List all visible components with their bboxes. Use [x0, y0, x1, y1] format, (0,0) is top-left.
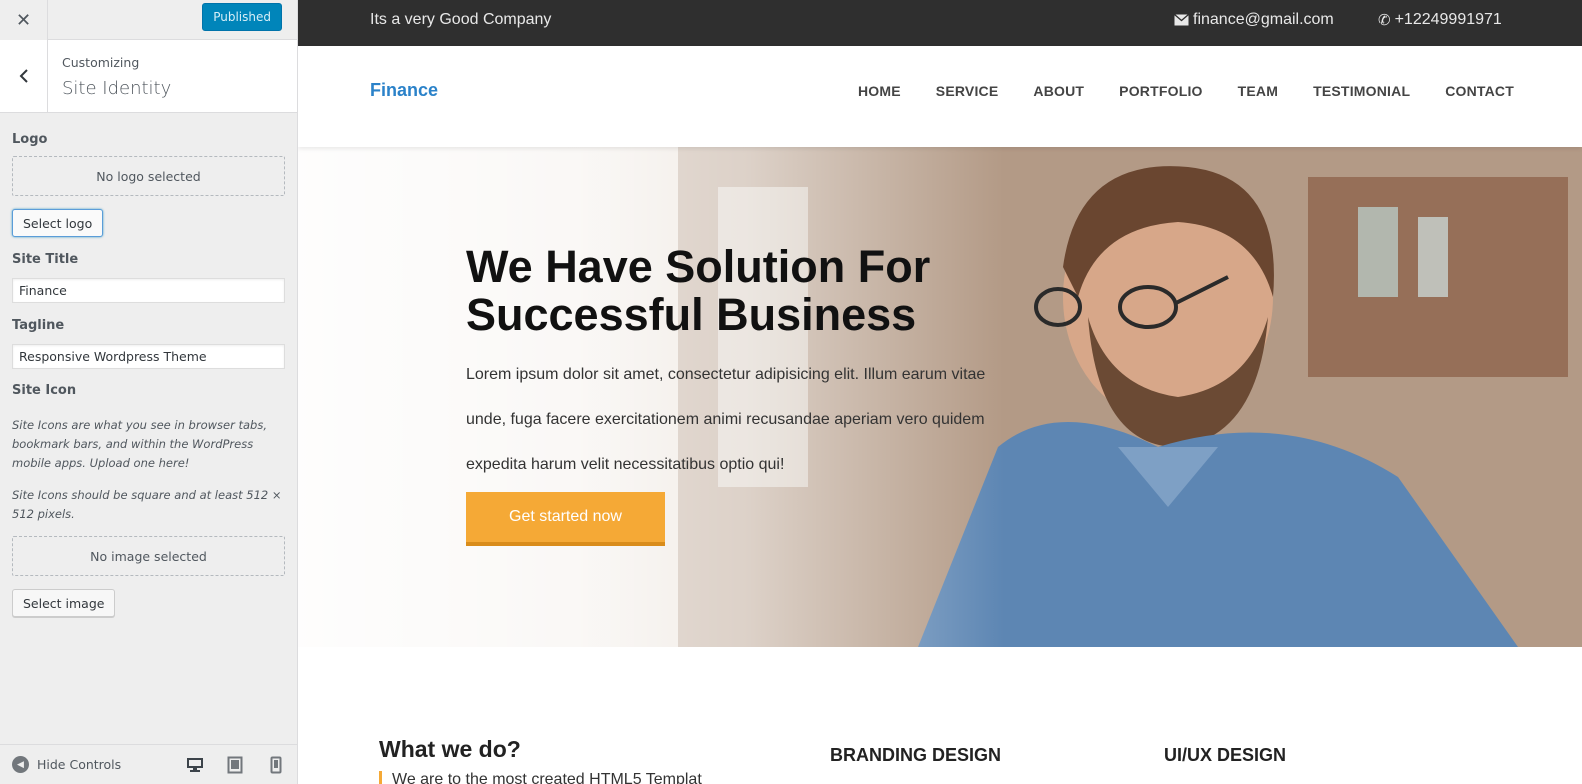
main-navbar: Finance HOME SERVICE ABOUT PORTFOLIO TEA…	[298, 46, 1582, 147]
phone-contact[interactable]: ✆ +12249991971	[1378, 11, 1502, 29]
what-we-do-title: What we do?	[379, 736, 521, 762]
tagline-label: Tagline	[12, 318, 65, 333]
back-button[interactable]	[0, 40, 48, 112]
nav-service[interactable]: SERVICE	[936, 83, 999, 99]
email-contact[interactable]: finance@gmail.com	[1174, 11, 1334, 29]
customizer-sidebar: ✕ Published Customizing Site Identity Lo…	[0, 0, 298, 784]
site-icon-size-note: Site Icons should be square and at least…	[12, 488, 282, 521]
service-title-uiux: UI/UX DESIGN	[1164, 745, 1287, 765]
tagline-input[interactable]	[12, 344, 285, 369]
site-brand-link[interactable]: Finance	[370, 80, 438, 101]
nav-about[interactable]: ABOUT	[1033, 83, 1084, 99]
site-preview: Its a very Good Company finance@gmail.co…	[298, 0, 1582, 784]
envelope-icon	[1174, 14, 1189, 26]
what-we-do-text: We are to the most created HTML5 Templat	[379, 771, 702, 784]
site-title-label: Site Title	[12, 252, 79, 267]
hero-heading: We Have Solution For Successful Business	[466, 241, 931, 340]
close-icon: ✕	[15, 9, 32, 31]
site-icon-label: Site Icon	[12, 383, 77, 398]
customizer-footer: ◀ Hide Controls	[0, 744, 297, 784]
site-icon-placeholder: No image selected	[12, 536, 285, 576]
main-menu: HOME SERVICE ABOUT PORTFOLIO TEAM TESTIM…	[858, 83, 1514, 99]
select-logo-button[interactable]: Select logo	[12, 209, 104, 237]
service-title-branding: BRANDING DESIGN	[830, 745, 1002, 765]
mobile-icon	[270, 756, 282, 774]
hide-controls-button[interactable]: ◀ Hide Controls	[12, 756, 121, 773]
section-header: Customizing Site Identity	[0, 40, 297, 113]
email-text: finance@gmail.com	[1193, 11, 1334, 28]
nav-contact[interactable]: CONTACT	[1445, 83, 1514, 99]
get-started-button[interactable]: Get started now	[466, 492, 665, 546]
hero-text: Lorem ipsum dolor sit amet, consectetur …	[466, 366, 986, 473]
nav-testimonial[interactable]: TESTIMONIAL	[1313, 83, 1410, 99]
nav-team[interactable]: TEAM	[1238, 83, 1278, 99]
site-icon-description: Site Icons are what you see in browser t…	[12, 418, 267, 470]
select-image-button[interactable]: Select image	[12, 589, 116, 617]
tablet-icon	[227, 756, 243, 774]
hero-banner: We Have Solution For Successful Business…	[298, 147, 1582, 647]
top-bar: Its a very Good Company finance@gmail.co…	[298, 0, 1582, 46]
collapse-arrow-icon: ◀	[12, 756, 29, 773]
desktop-preview-button[interactable]	[185, 755, 205, 775]
phone-icon: ✆	[1378, 12, 1391, 29]
site-title-input[interactable]	[12, 278, 285, 303]
company-tagline: Its a very Good Company	[370, 11, 552, 28]
phone-text: +12249991971	[1394, 11, 1502, 28]
logo-placeholder: No logo selected	[12, 156, 285, 196]
mobile-preview-button[interactable]	[266, 755, 286, 775]
hide-controls-label: Hide Controls	[37, 757, 122, 772]
nav-home[interactable]: HOME	[858, 83, 901, 99]
desktop-icon	[187, 758, 203, 772]
publish-button[interactable]: Published	[202, 3, 282, 31]
tablet-preview-button[interactable]	[225, 755, 245, 775]
chevron-left-icon	[19, 69, 28, 83]
section-title: Site Identity	[62, 78, 172, 99]
close-customizer-button[interactable]: ✕	[0, 0, 48, 40]
breadcrumb: Customizing	[62, 55, 140, 70]
nav-portfolio[interactable]: PORTFOLIO	[1119, 83, 1202, 99]
logo-label: Logo	[12, 132, 48, 147]
customizer-header: ✕ Published	[0, 0, 297, 40]
